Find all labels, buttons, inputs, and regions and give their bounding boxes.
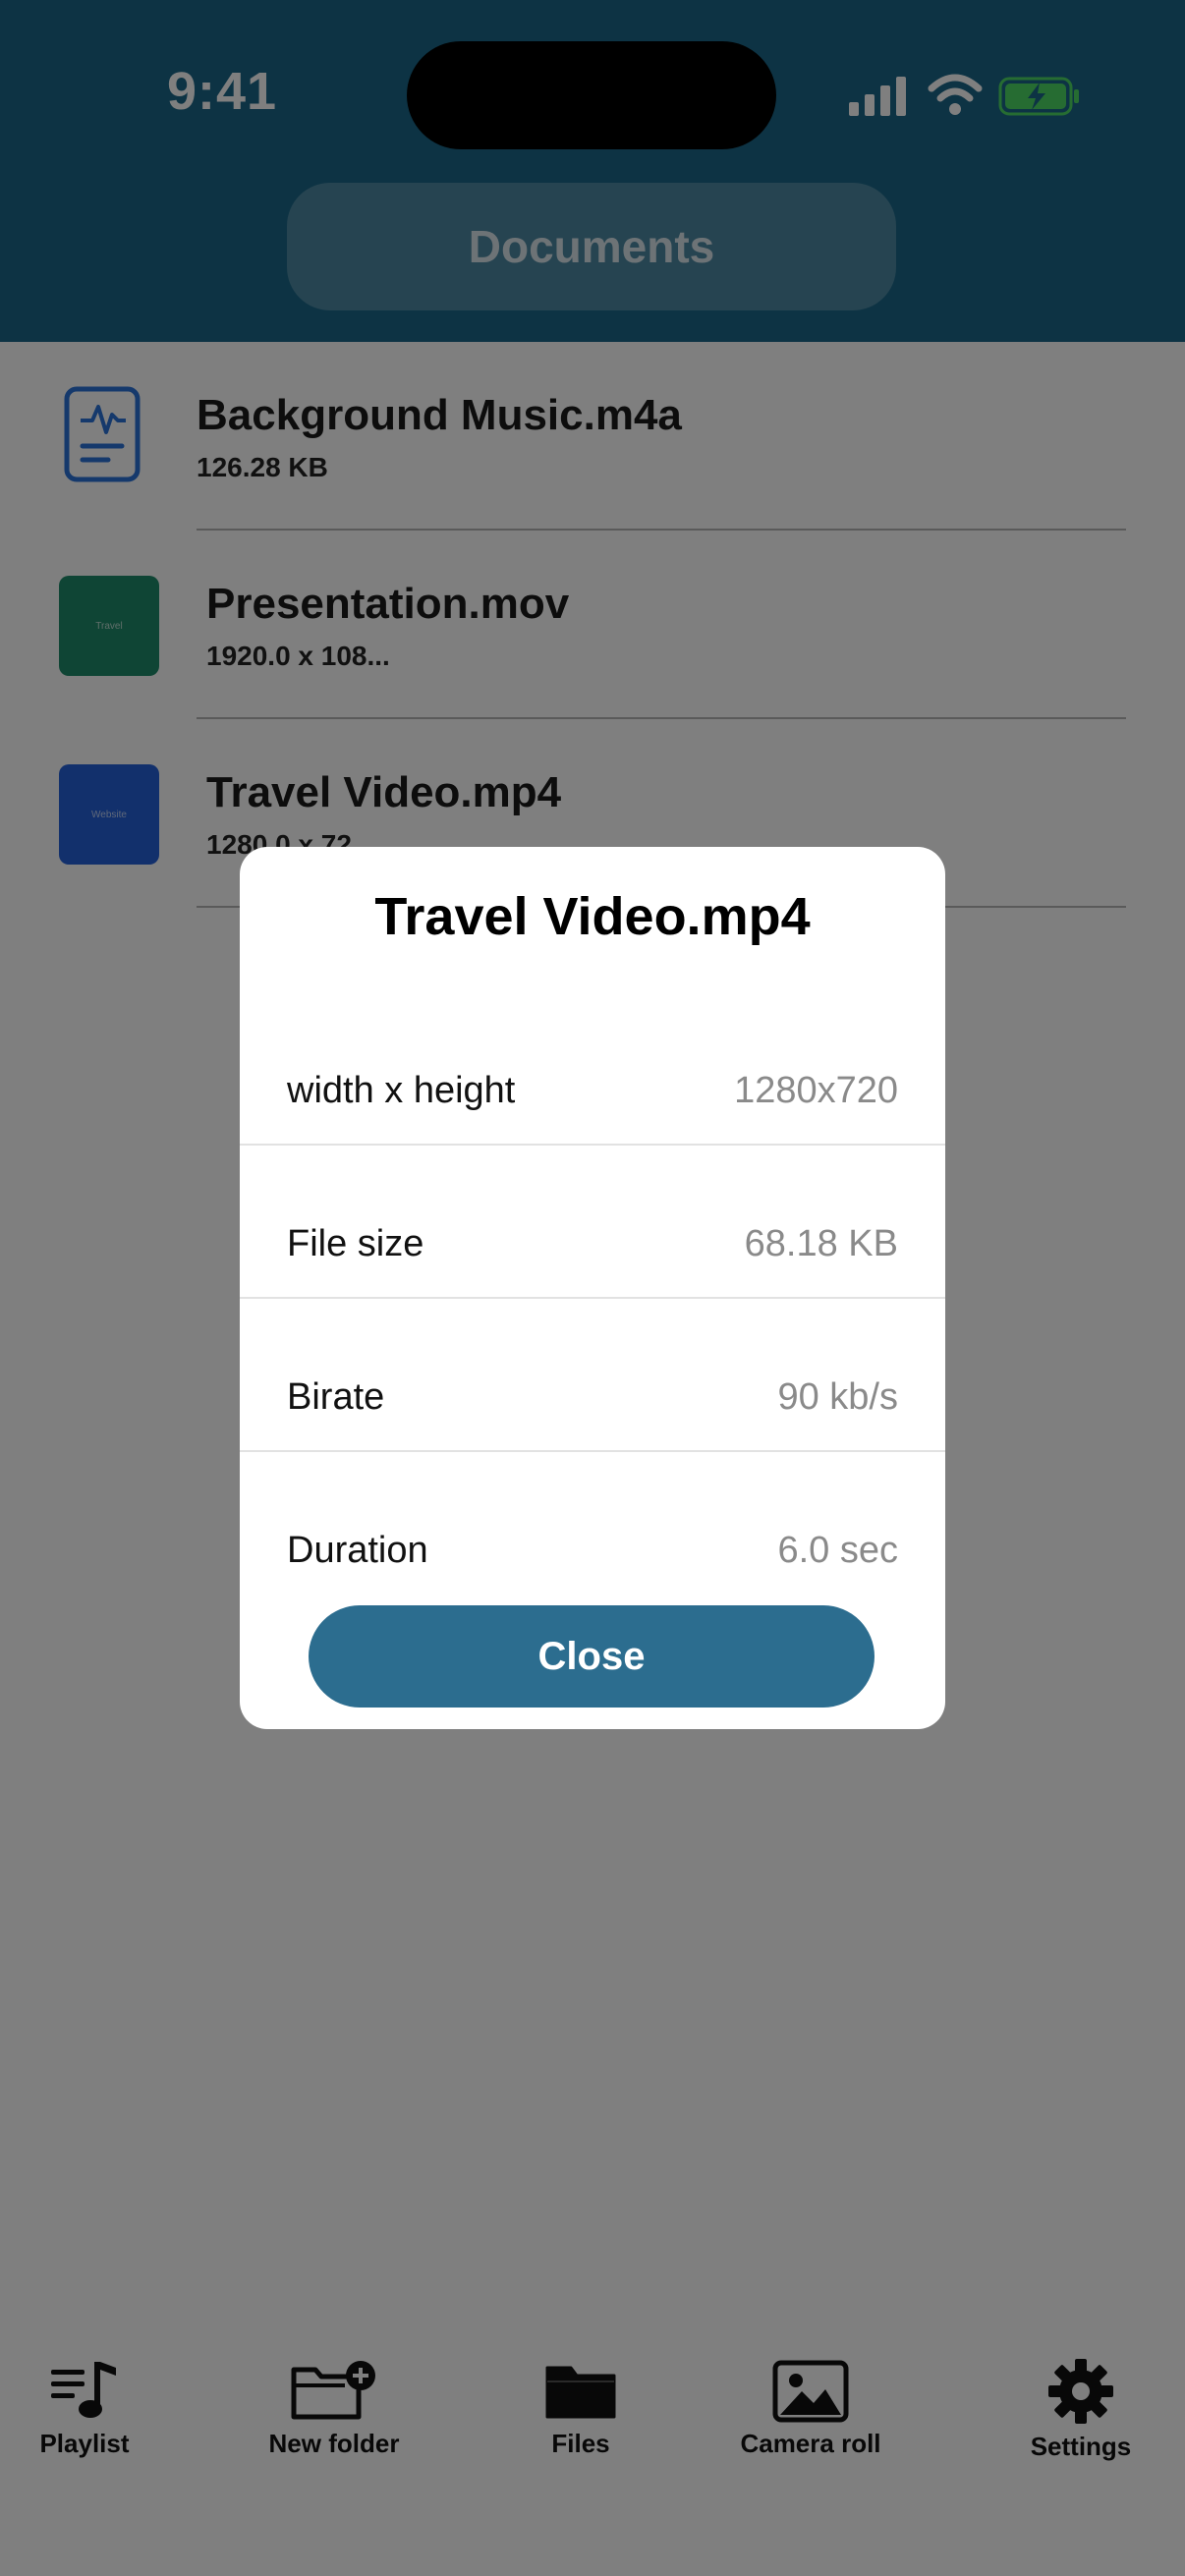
close-button[interactable]: Close	[309, 1605, 875, 1708]
dialog-title: Travel Video.mp4	[374, 887, 811, 946]
row-divider	[240, 1144, 945, 1146]
row-divider	[240, 1297, 945, 1299]
info-row-duration: Duration 6.0 sec	[240, 1474, 945, 1627]
info-label: Duration	[287, 1530, 428, 1571]
row-divider	[240, 1450, 945, 1452]
file-info-dialog: Travel Video.mp4 width x height 1280x720…	[240, 847, 945, 1729]
info-value: 6.0 sec	[777, 1530, 898, 1571]
close-button-label: Close	[537, 1634, 646, 1678]
